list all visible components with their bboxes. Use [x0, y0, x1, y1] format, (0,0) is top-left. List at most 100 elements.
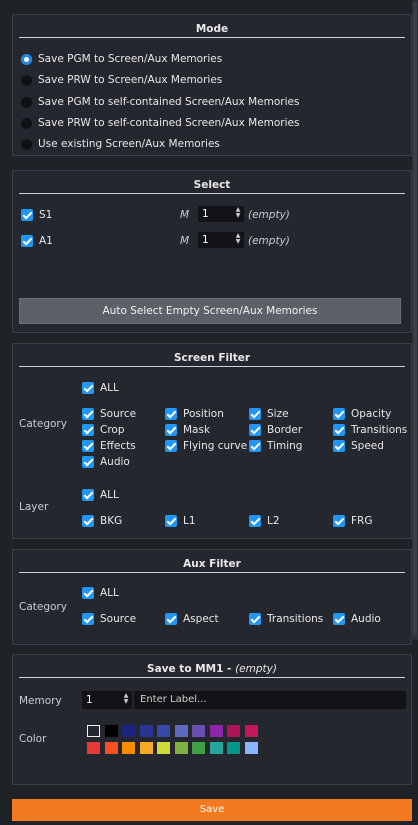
checkbox-checked-icon[interactable]: [82, 587, 94, 599]
checkbox-checked-icon[interactable]: [249, 515, 261, 527]
color-swatch[interactable]: [87, 742, 100, 754]
checkbox-checked-icon[interactable]: [21, 235, 33, 247]
checkbox-checked-icon[interactable]: [21, 209, 33, 221]
save-to-title: Save to MM1 - (empty): [19, 660, 405, 678]
color-swatch[interactable]: [157, 725, 170, 737]
checkbox-checked-icon[interactable]: [82, 515, 94, 527]
select-row-s1-checkbox[interactable]: S1: [21, 208, 52, 222]
screen-category-label: Category: [19, 418, 67, 430]
checkbox-checked-icon[interactable]: [165, 408, 177, 420]
checkbox-checked-icon[interactable]: [82, 408, 94, 420]
save-button[interactable]: Save: [12, 799, 412, 821]
color-swatch[interactable]: [209, 725, 223, 737]
screen-category-opacity[interactable]: Opacity: [333, 407, 391, 421]
checkbox-label: Border: [267, 424, 303, 436]
color-swatch[interactable]: [122, 742, 135, 754]
color-swatch[interactable]: [244, 725, 258, 737]
checkbox-checked-icon[interactable]: [249, 408, 261, 420]
screen-category-effects[interactable]: Effects: [82, 439, 136, 453]
radio-icon[interactable]: [21, 96, 32, 108]
aux-filter-panel: Aux Filter Category ALL Source Aspect Tr…: [12, 549, 412, 645]
color-swatch[interactable]: [122, 725, 135, 737]
color-swatch[interactable]: [139, 742, 153, 754]
checkbox-checked-icon[interactable]: [82, 489, 94, 501]
s1-spinner-icon[interactable]: ▲ ▼: [234, 207, 242, 221]
screen-category-timing[interactable]: Timing: [249, 439, 302, 453]
screen-category-audio[interactable]: Audio: [82, 455, 130, 469]
color-swatch[interactable]: [104, 725, 118, 737]
radio-selected-icon[interactable]: [21, 53, 32, 65]
screen-category-crop[interactable]: Crop: [82, 423, 125, 437]
a1-spinner-icon[interactable]: ▲ ▼: [234, 233, 242, 247]
checkbox-checked-icon[interactable]: [165, 515, 177, 527]
aux-category-audio[interactable]: Audio: [333, 612, 381, 626]
color-swatch[interactable]: [244, 742, 258, 754]
checkbox-checked-icon[interactable]: [82, 382, 94, 394]
auto-select-button[interactable]: Auto Select Empty Screen/Aux Memories: [19, 298, 401, 324]
radio-icon[interactable]: [21, 74, 32, 86]
checkbox-checked-icon[interactable]: [165, 424, 177, 436]
radio-icon[interactable]: [21, 117, 32, 129]
mode-option-save-pgm[interactable]: Save PGM to Screen/Aux Memories: [21, 52, 222, 66]
aux-category-source[interactable]: Source: [82, 612, 136, 626]
color-swatch[interactable]: [104, 742, 118, 754]
checkbox-checked-icon[interactable]: [249, 424, 261, 436]
aux-category-all[interactable]: ALL: [82, 586, 119, 600]
screen-category-transitions[interactable]: Transitions: [333, 423, 407, 437]
color-swatch[interactable]: [227, 725, 240, 737]
aux-category-transitions[interactable]: Transitions: [249, 612, 323, 626]
checkbox-checked-icon[interactable]: [165, 440, 177, 452]
screen-category-all[interactable]: ALL: [82, 381, 119, 395]
color-swatch[interactable]: [174, 725, 188, 737]
screen-category-mask[interactable]: Mask: [165, 423, 210, 437]
color-swatch[interactable]: [209, 742, 223, 754]
screen-layer-bkg[interactable]: BKG: [82, 514, 122, 528]
mode-option-save-prw[interactable]: Save PRW to Screen/Aux Memories: [21, 73, 222, 87]
checkbox-checked-icon[interactable]: [82, 613, 94, 625]
checkbox-checked-icon[interactable]: [82, 440, 94, 452]
checkbox-checked-icon[interactable]: [82, 456, 94, 468]
screen-category-size[interactable]: Size: [249, 407, 289, 421]
screen-layer-l1[interactable]: L1: [165, 514, 196, 528]
screen-category-speed[interactable]: Speed: [333, 439, 384, 453]
mode-option-use-existing[interactable]: Use existing Screen/Aux Memories: [21, 137, 220, 151]
mode-panel: Mode Save PGM to Screen/Aux Memories Sav…: [12, 14, 412, 156]
color-swatch[interactable]: [192, 742, 205, 754]
screen-layer-all[interactable]: ALL: [82, 488, 119, 502]
select-row-a1-checkbox[interactable]: A1: [21, 234, 53, 248]
color-swatch[interactable]: [227, 742, 240, 754]
checkbox-label: Mask: [183, 424, 211, 436]
checkbox-label: ALL: [100, 489, 119, 501]
aux-category-aspect[interactable]: Aspect: [165, 612, 219, 626]
mode-option-save-pgm-self[interactable]: Save PGM to self-contained Screen/Aux Me…: [21, 95, 299, 109]
color-swatch[interactable]: [87, 725, 100, 737]
checkbox-checked-icon[interactable]: [333, 613, 345, 625]
checkbox-label: ALL: [100, 382, 119, 394]
mode-option-label: Save PGM to self-contained Screen/Aux Me…: [38, 96, 300, 108]
screen-category-border[interactable]: Border: [249, 423, 302, 437]
color-swatch[interactable]: [192, 725, 205, 737]
screen-layer-frg[interactable]: FRG: [333, 514, 372, 528]
color-swatch[interactable]: [139, 725, 153, 737]
memory-label-input[interactable]: Enter Label...: [134, 691, 406, 709]
checkbox-checked-icon[interactable]: [165, 613, 177, 625]
checkbox-checked-icon[interactable]: [333, 408, 345, 420]
mode-option-save-prw-self[interactable]: Save PRW to self-contained Screen/Aux Me…: [21, 116, 299, 130]
memory-spinner-icon[interactable]: ▲ ▼: [122, 693, 130, 707]
checkbox-checked-icon[interactable]: [249, 613, 261, 625]
checkbox-checked-icon[interactable]: [333, 440, 345, 452]
screen-layer-l2[interactable]: L2: [249, 514, 280, 528]
checkbox-checked-icon[interactable]: [249, 440, 261, 452]
screen-category-flying-curve[interactable]: Flying curve: [165, 439, 247, 453]
screen-category-position[interactable]: Position: [165, 407, 224, 421]
checkbox-checked-icon[interactable]: [333, 515, 345, 527]
scrollbar-thumb[interactable]: [413, 2, 417, 636]
checkbox-label: Opacity: [351, 408, 392, 420]
checkbox-label: Source: [100, 408, 137, 420]
radio-icon[interactable]: [21, 138, 32, 150]
checkbox-checked-icon[interactable]: [333, 424, 345, 436]
color-swatch[interactable]: [157, 742, 170, 754]
screen-category-source[interactable]: Source: [82, 407, 136, 421]
color-swatch[interactable]: [174, 742, 188, 754]
checkbox-checked-icon[interactable]: [82, 424, 94, 436]
